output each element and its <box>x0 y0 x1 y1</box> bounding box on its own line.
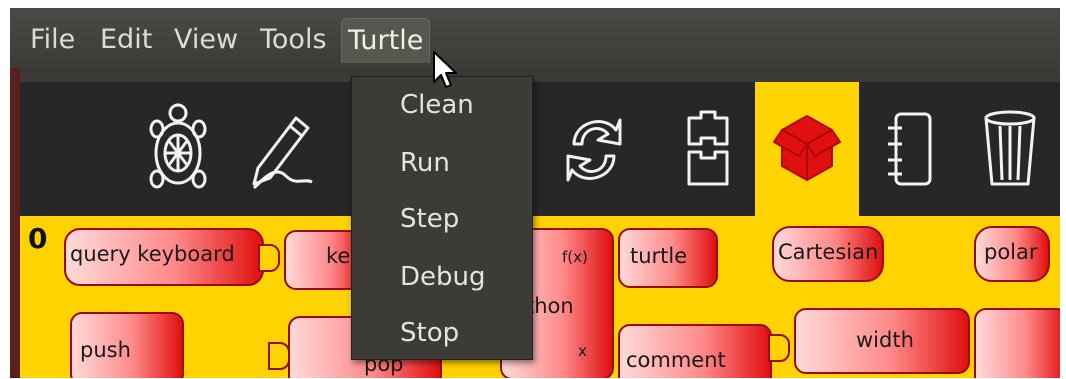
block-label: comment <box>626 348 726 372</box>
block-label: turtle <box>630 244 688 268</box>
menu-item-run[interactable]: Run <box>400 143 450 183</box>
turtle-menu-dropdown: Clean Run Step Debug Stop <box>351 76 533 360</box>
block-label: push <box>80 338 131 362</box>
menu-turtle[interactable]: Turtle <box>341 18 431 63</box>
block-connector <box>258 244 280 272</box>
pen-icon[interactable] <box>242 82 322 216</box>
menu-tools[interactable]: Tools <box>254 18 333 62</box>
trash-icon[interactable] <box>970 82 1050 216</box>
blocks-palette-icon[interactable] <box>668 82 748 216</box>
menu-file[interactable]: File <box>24 18 81 62</box>
block-label-x: x <box>578 342 587 360</box>
menu-view[interactable]: View <box>168 18 244 62</box>
menu-item-debug[interactable]: Debug <box>400 257 486 297</box>
block-push[interactable]: push <box>70 312 184 378</box>
block-polar[interactable]: polar <box>974 226 1050 282</box>
turtle-icon[interactable] <box>138 82 218 216</box>
mouse-cursor-icon <box>432 50 458 94</box>
flow-icon[interactable] <box>554 82 634 216</box>
left-window-edge <box>10 68 20 378</box>
turtle-zero-label: 0 <box>28 222 48 255</box>
menu-item-stop[interactable]: Stop <box>400 313 459 353</box>
notebook-icon[interactable] <box>870 82 950 216</box>
menu-item-step[interactable]: Step <box>400 199 459 239</box>
block-label: query keyboard <box>70 242 235 266</box>
block-partial-right[interactable] <box>974 308 1060 378</box>
menubar: File Edit View Tools Turtle <box>10 8 1060 68</box>
menu-edit[interactable]: Edit <box>94 18 158 62</box>
turtle-art-window: File Edit View Tools Turtle 0 query keyb… <box>10 8 1060 378</box>
block-label: width <box>856 328 914 352</box>
block-query-keyboard[interactable]: query keyboard <box>64 228 264 286</box>
block-cartesian[interactable]: Cartesian <box>772 226 884 282</box>
block-canvas[interactable]: 0 query keyboard ke f(x) thon x turtle C… <box>20 216 1060 378</box>
block-width[interactable]: width <box>794 308 970 374</box>
block-label: Cartesian <box>778 240 879 264</box>
block-connector <box>768 334 790 362</box>
block-turtle[interactable]: turtle <box>618 228 718 288</box>
block-label: ke <box>326 244 351 268</box>
box-icon[interactable] <box>767 82 847 216</box>
block-label: polar <box>984 240 1038 264</box>
block-label: thon <box>526 294 574 318</box>
block-connector <box>268 342 290 370</box>
block-comment[interactable]: comment <box>618 324 772 378</box>
block-label-fx: f(x) <box>562 248 588 266</box>
palette-toolbar <box>20 82 1060 216</box>
